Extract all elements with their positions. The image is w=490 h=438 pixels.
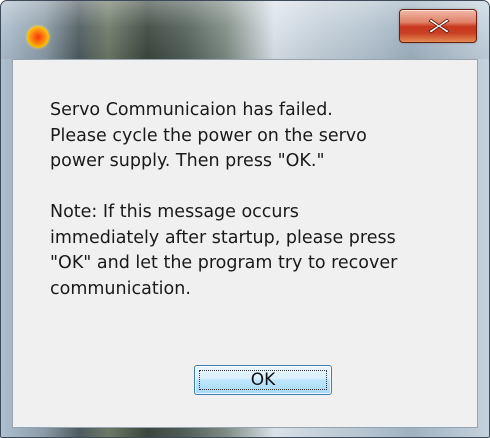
message-line: communication. xyxy=(50,278,191,299)
dialog-message: Servo Communicaion has failed. Please cy… xyxy=(50,98,470,302)
message-paragraph-note: Note: If this message occurs immediately… xyxy=(50,200,470,302)
dialog-client-area: Servo Communicaion has failed. Please cy… xyxy=(12,59,478,428)
close-icon xyxy=(428,18,450,34)
app-icon xyxy=(27,26,49,48)
message-line: Please cycle the power on the servo xyxy=(50,125,367,146)
message-dialog: Servo Communicaion has failed. Please cy… xyxy=(0,0,490,438)
message-line: Servo Communicaion has failed. xyxy=(50,100,333,120)
message-line: "OK" and let the program try to recover xyxy=(50,253,398,273)
close-button[interactable] xyxy=(399,9,477,43)
message-paragraph-error: Servo Communicaion has failed. Please cy… xyxy=(50,98,470,175)
ok-button-label: OK xyxy=(250,370,276,390)
ok-button[interactable]: OK xyxy=(194,365,332,395)
message-line: immediately after startup, please press xyxy=(50,227,396,248)
message-line: Note: If this message occurs xyxy=(50,202,299,222)
message-line: power supply. Then press "OK." xyxy=(50,151,325,171)
title-bar[interactable] xyxy=(1,1,489,59)
window-bottom-border xyxy=(1,427,489,437)
